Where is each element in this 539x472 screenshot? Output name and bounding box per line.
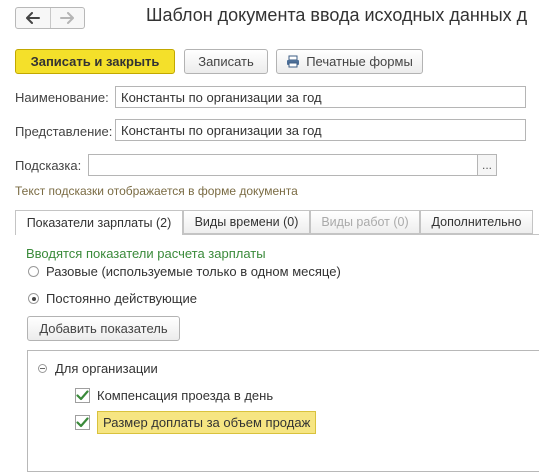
tab-time-types[interactable]: Виды времени (0) xyxy=(183,210,310,234)
panel-heading: Вводятся показатели расчета зарплаты xyxy=(26,246,266,261)
navigation-buttons xyxy=(15,7,85,29)
tree-item-row[interactable]: Компенсация проезда в день xyxy=(75,388,273,403)
back-button[interactable] xyxy=(16,8,50,28)
radio-permanent[interactable]: Постоянно действующие xyxy=(28,291,197,306)
checkmark-icon xyxy=(76,417,89,428)
tree-item-row-selected[interactable]: Размер доплаты за объем продаж xyxy=(75,411,317,434)
hint-label: Подсказка: xyxy=(15,158,82,173)
radio-button-checked[interactable] xyxy=(28,293,39,304)
hint-field[interactable] xyxy=(88,154,478,176)
window-title: Шаблон документа ввода исходных данных д xyxy=(146,5,528,25)
print-forms-button[interactable]: Печатные формы xyxy=(276,49,423,74)
presentation-field[interactable]: Константы по организации за год xyxy=(115,119,526,141)
save-button[interactable]: Записать xyxy=(184,49,268,74)
collapse-icon[interactable] xyxy=(38,364,47,373)
tree-group-row[interactable]: Для организации xyxy=(38,361,158,376)
hint-select-button[interactable]: ... xyxy=(477,154,497,176)
checkbox-checked[interactable] xyxy=(75,415,90,430)
tree-item-label: Компенсация проезда в день xyxy=(97,388,274,403)
name-field[interactable]: Константы по организации за год xyxy=(115,86,526,108)
printer-icon xyxy=(286,55,300,68)
radio-one-time-label: Разовые (используемые только в одном мес… xyxy=(46,264,341,279)
name-label: Наименование: xyxy=(15,90,109,105)
tree-group-label: Для организации xyxy=(55,361,158,376)
arrow-left-icon xyxy=(25,12,40,24)
radio-one-time[interactable]: Разовые (используемые только в одном мес… xyxy=(28,264,341,279)
tree-item-label-selected: Размер доплаты за объем продаж xyxy=(97,411,317,434)
radio-permanent-label: Постоянно действующие xyxy=(46,291,197,306)
tab-work-types[interactable]: Виды работ (0) xyxy=(310,210,420,234)
add-indicator-button[interactable]: Добавить показатель xyxy=(27,316,180,341)
hint-note: Текст подсказки отображается в форме док… xyxy=(15,184,298,198)
print-forms-label: Печатные формы xyxy=(306,54,413,69)
checkbox-checked[interactable] xyxy=(75,388,90,403)
active-tab-join xyxy=(16,233,182,236)
arrow-right-icon xyxy=(60,12,75,24)
checkmark-icon xyxy=(76,390,89,401)
radio-button[interactable] xyxy=(28,266,39,277)
presentation-label: Представление: xyxy=(15,124,113,139)
forward-button[interactable] xyxy=(49,8,85,28)
save-and-close-button[interactable]: Записать и закрыть xyxy=(15,49,175,74)
tab-additional[interactable]: Дополнительно xyxy=(420,210,533,234)
tab-salary-indicators[interactable]: Показатели зарплаты (2) xyxy=(15,210,183,235)
